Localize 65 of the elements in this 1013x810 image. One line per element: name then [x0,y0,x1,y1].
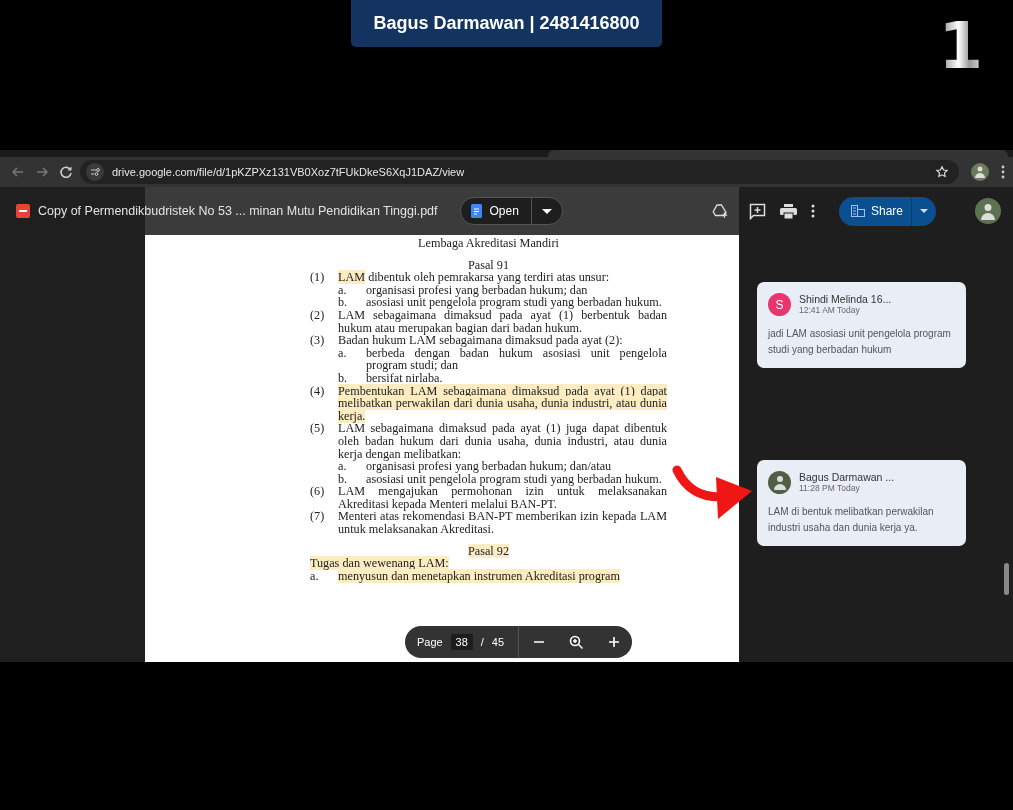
more-options-icon[interactable] [811,204,815,218]
clause-number: (6) [310,485,326,501]
clause-number: (2) [310,308,326,324]
menu-icon[interactable] [1001,165,1005,179]
comment-author: Shindi Melinda 16... [799,293,892,305]
star-icon[interactable] [935,165,949,179]
item-text: asosiasi unit pengelola program studi yang berbadan hukum. [366,472,662,486]
clause-number: (5) [310,422,326,438]
item-text: organisasi profesi yang berbadan hukum; dan/atau [366,460,613,473]
name-banner: Bagus Darmawan | 2481416800 [351,0,662,47]
item-letter: a. [338,346,348,362]
item-letter: a. [338,460,347,473]
clause-number: (4) [310,384,326,400]
item-letter: a. [310,569,319,583]
item-letter: b. [338,472,349,486]
account-avatar[interactable] [975,198,1001,224]
item-text: menyusun dan menetapkan instrumen Akreditasi program [338,569,621,583]
zoom-in-icon[interactable] [608,636,620,648]
file-name: Copy of Permendikbudristek No 53 ... minan Mutu Pendidikan Tinggi.pdf [38,202,438,220]
person-icon [773,475,786,490]
zoom-icon[interactable] [569,634,584,650]
clause-text: LAM mengajukan permohonan izin untuk melaksanakan Akreditasi kepada Menteri melalui BAN-PT. [338,485,667,511]
person-icon [975,166,985,178]
comment-time: 12:41 AM Today [799,305,861,316]
pdf-file-icon [16,204,30,218]
url-text: drive.google.com/file/d/1pKZPXz131VB0Xoz7tFUkDkeS6XqJ1DAZ/view [112,164,466,180]
clause-text: Badan hukum LAM sebagaimana dimaksud pada ayat (2): [338,334,624,347]
person-icon [981,202,995,220]
item-letter: a. [338,283,348,297]
add-comment-icon[interactable] [749,202,766,220]
site-settings-icon[interactable] [86,163,104,181]
comment-card[interactable]: Bagus Darmawan ... 11:28 PM Today LAM di bentuk melibatkan perwakilan industri usaha dan dunia kerja ya. [757,460,966,546]
clause-number: (3) [310,334,326,350]
page-number-field[interactable]: 38 [450,634,473,650]
article-title: Pasal 92 [468,543,509,558]
item-text: organisasi profesi yang berbadan hukum; dan [366,283,588,297]
clause-text: LAM sebagaimana dimaksud pada ayat (1) berbentuk badan hukum atau merupakan bagian dari badan hukum. [338,308,667,335]
profile-avatar[interactable] [971,163,989,181]
intro-text: Tugas dan wewenang LAM: [310,557,450,570]
clause-number: (7) [310,510,326,526]
item-text: asosiasi unit pengelola program studi yang berbadan hukum. [366,296,663,309]
page-total: 45 [491,634,504,650]
building-icon [851,205,865,217]
document-heading: Lembaga Akreditasi Mandiri [417,237,560,250]
item-text: bersifat nirlaba. [366,371,444,385]
item-letter: b. [338,371,349,385]
item-letter: b. [338,296,349,309]
print-icon[interactable] [780,203,797,219]
comment-text: LAM di bentuk melibatkan perwakilan industri usaha dan dunia kerja ya. [768,505,935,535]
article-title: Pasal 91 [468,257,509,272]
add-shortcut-icon[interactable] [711,202,729,220]
clause-text: Menteri atas rekomendasi BAN-PT memberikan izin kepada LAM untuk melaksanakan Akreditasi. [338,510,667,536]
clause-text: LAM dibentuk oleh pemrakarsa yang terdiri atas unsur: [338,271,611,284]
clause-text: LAM sebagaimana dimaksud pada ayat (1) juga dapat dibentuk oleh badan hukum dari dunia usaha, dunia industri, atau dunia kerja dengan melibatkan: [338,422,667,461]
comment-time: 11:28 PM Today [799,483,861,494]
page-label: Page [417,634,443,650]
comment-text: jadi LAM asosiasi unit pengelola program studi yang berbadan hukum [768,327,952,357]
scrollbar-thumb[interactable] [1004,563,1009,595]
clause-number: (1) [310,271,326,287]
document-icon [470,204,482,218]
address-bar[interactable]: drive.google.com/file/d/1pKZPXz131VB0Xoz7tFUkDkeS6XqJ1DAZ/view [80,160,959,184]
comment-card[interactable]: S Shindi Melinda 16... 12:41 AM Today jadi LAM asosiasi unit pengelola program studi yang berbadan hukum [757,282,966,368]
comment-author: Bagus Darmawan ... [799,471,895,483]
page-separator: / [480,634,484,650]
avatar-initial: S [768,293,791,316]
